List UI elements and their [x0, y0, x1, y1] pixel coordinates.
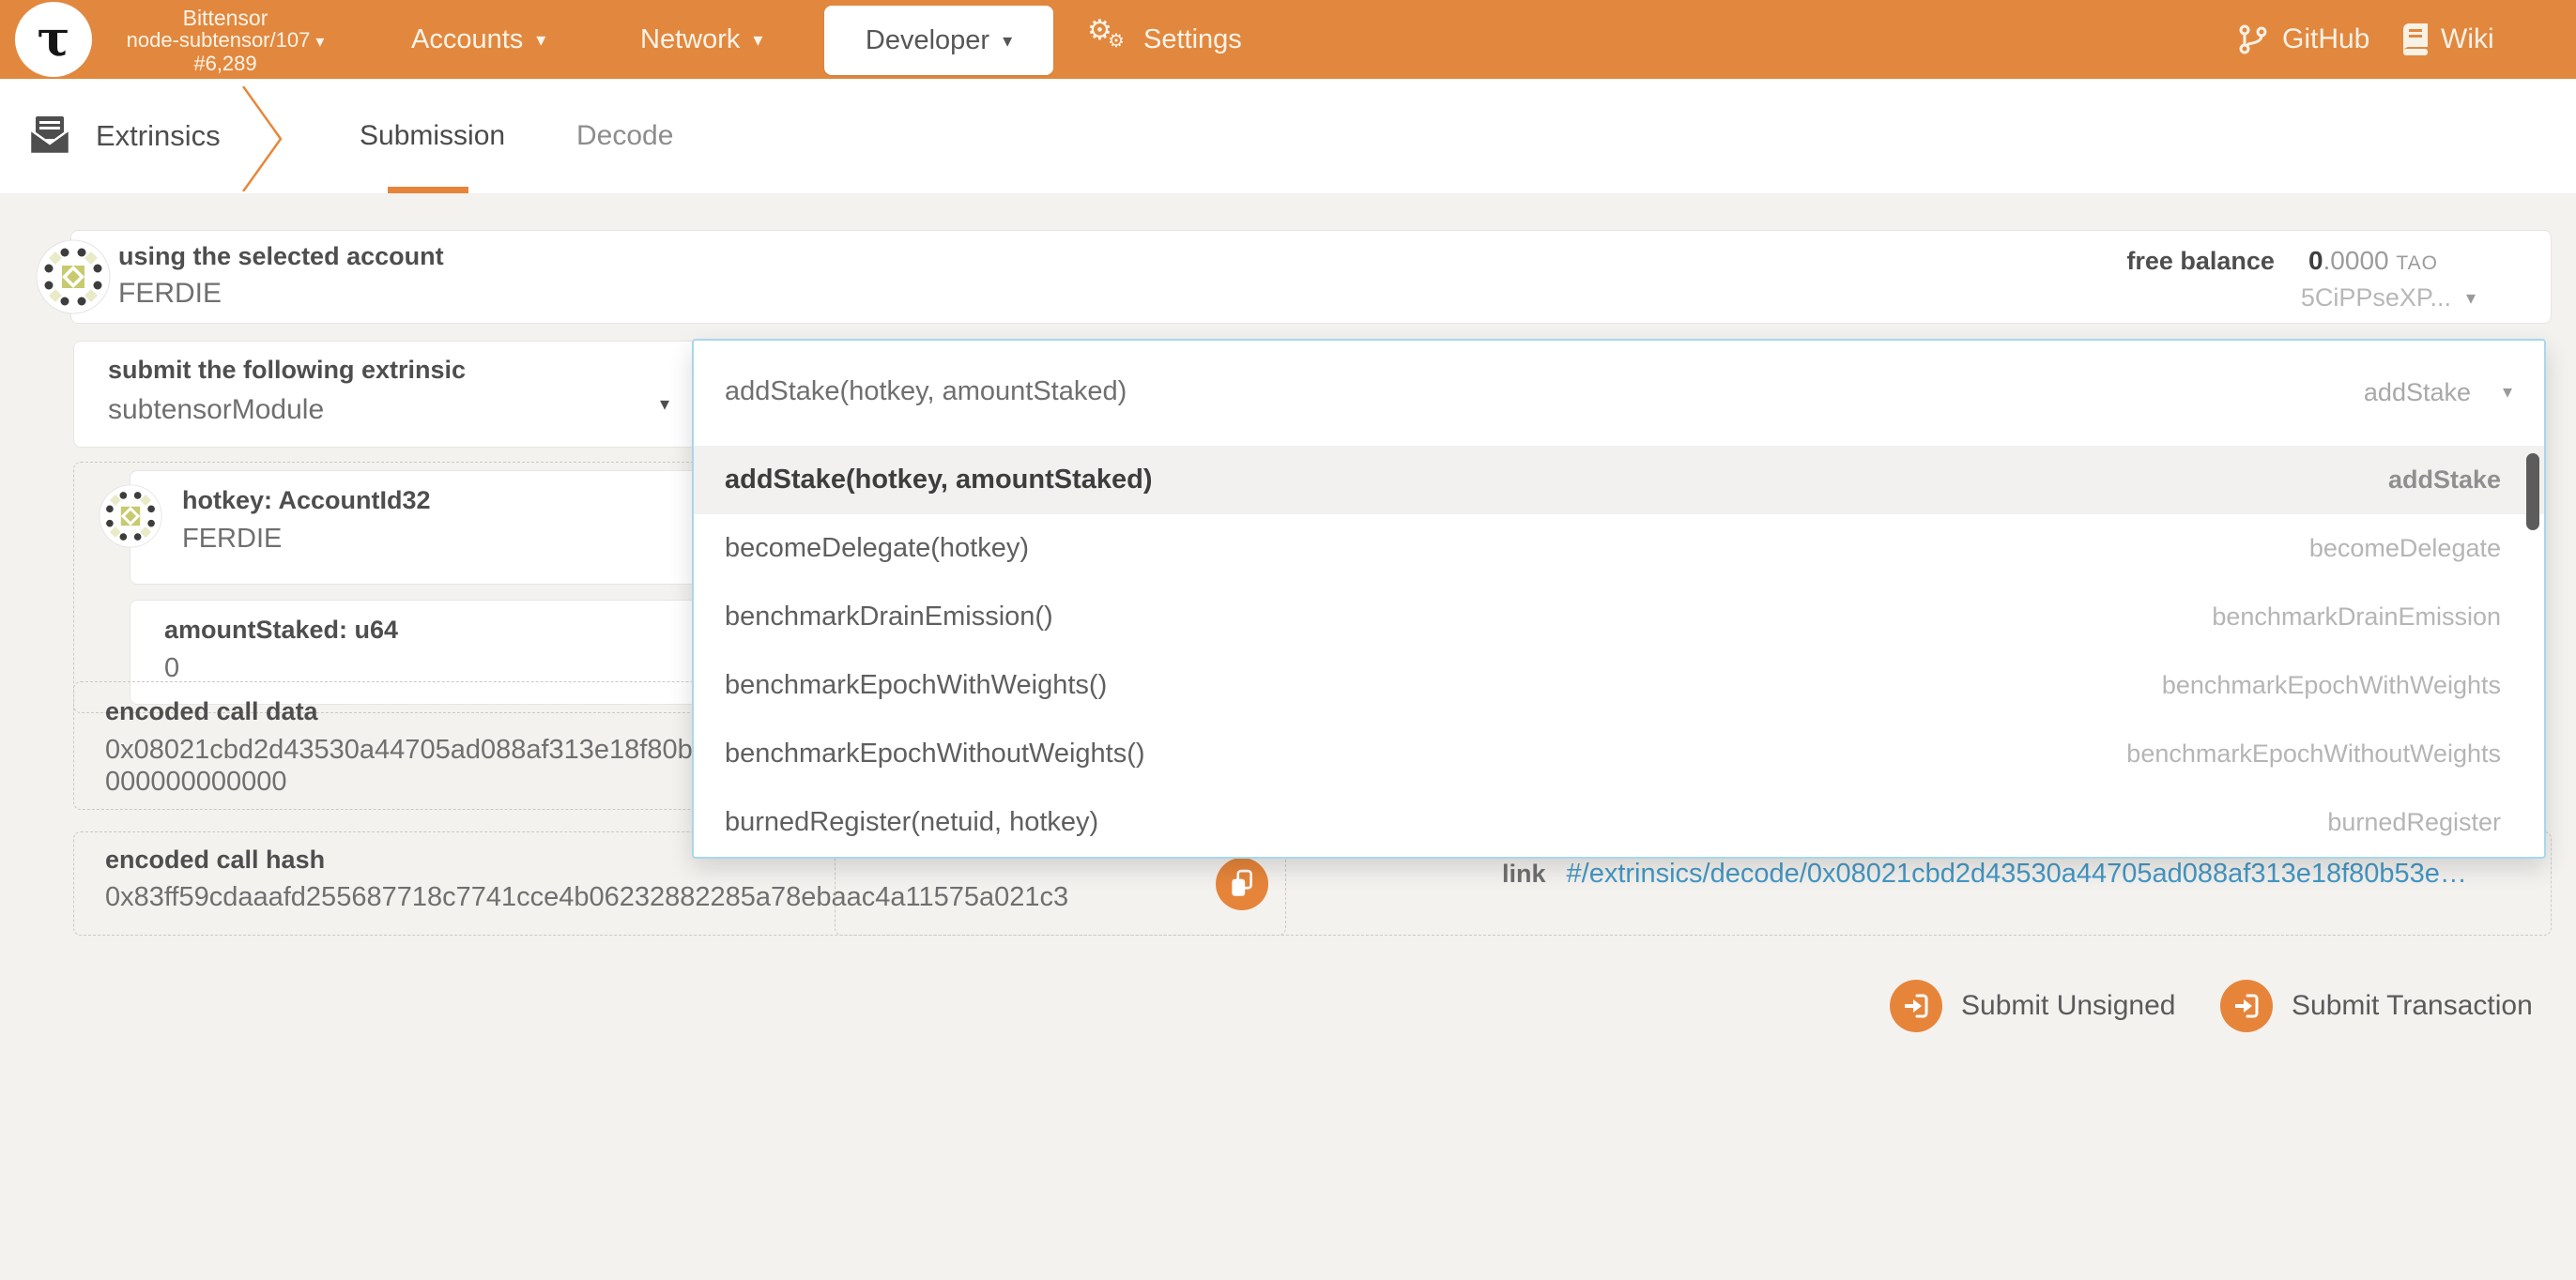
- mail-icon: [28, 116, 71, 156]
- dropdown-option-benchmarkDrainEmission[interactable]: benchmarkDrainEmission() benchmarkDrainE…: [694, 583, 2544, 651]
- chevron-separator: [240, 86, 284, 191]
- nav-item-settings[interactable]: ⚙⚙ Settings: [1087, 0, 1242, 79]
- gears-icon: ⚙⚙: [1087, 18, 1130, 61]
- dropdown-scrollbar-thumb[interactable]: [2526, 453, 2539, 530]
- submit-unsigned-button[interactable]: Submit Unsigned: [1890, 980, 2175, 1032]
- param-hotkey-value: FERDIE: [182, 524, 282, 555]
- section-tab-bar: Extrinsics Submission Decode: [0, 79, 2576, 193]
- dropdown-option-benchmarkEpochWithoutWeights[interactable]: benchmarkEpochWithoutWeights() benchmark…: [694, 720, 2544, 788]
- top-nav-bar: τ Bittensor node-subtensor/107▾ #6,289 A…: [0, 0, 2576, 79]
- encoded-call-data-line1: 0x08021cbd2d43530a44705ad088af313e18f80b…: [105, 735, 738, 766]
- module-select-value: subtensorModule: [108, 394, 324, 426]
- dropdown-option-benchmarkEpochWithWeights[interactable]: benchmarkEpochWithWeights() benchmarkEpo…: [694, 651, 2544, 720]
- account-name: FERDIE: [118, 278, 222, 310]
- selected-account-row: using the selected account FERDIE free b…: [70, 230, 2552, 324]
- sign-in-icon: [2220, 980, 2273, 1032]
- chevron-down-icon: ▾: [2503, 380, 2512, 404]
- chevron-down-icon: ▾: [753, 28, 762, 52]
- encoded-call-data-line2: 000000000000: [105, 767, 287, 798]
- identicon-avatar: [36, 239, 111, 314]
- encoded-call-hash-label: encoded call hash: [105, 846, 325, 875]
- active-tab-underline: [388, 187, 468, 193]
- app-logo[interactable]: τ: [15, 2, 92, 77]
- decode-link[interactable]: #/extrinsics/decode/0x08021cbd2d43530a44…: [1567, 859, 2467, 890]
- link-label: link: [1502, 860, 1546, 889]
- dropdown-option-addStake[interactable]: addStake(hotkey, amountStaked) addStake: [694, 446, 2544, 514]
- extrinsic-method-dropdown: addStake(hotkey, amountStaked) addStake …: [692, 339, 2546, 859]
- method-select-value: addStake(hotkey, amountStaked): [725, 376, 1127, 407]
- tab-decode[interactable]: Decode: [576, 79, 673, 193]
- free-balance: free balance 0.0000 TAO: [2126, 246, 2438, 276]
- nav-item-developer[interactable]: Developer▾: [824, 6, 1053, 75]
- wiki-link[interactable]: Wiki: [2400, 0, 2494, 79]
- chevron-down-icon: ▾: [660, 392, 669, 416]
- chain-name: Bittensor: [103, 7, 347, 29]
- dropdown-option-burnedRegister[interactable]: burnedRegister(netuid, hotkey) burnedReg…: [694, 788, 2544, 857]
- extrinsics-page: τ Bittensor node-subtensor/107▾ #6,289 A…: [0, 0, 2576, 1280]
- section-title: Extrinsics: [96, 119, 221, 153]
- balance-unit: TAO: [2396, 252, 2438, 274]
- chain-selector[interactable]: Bittensor node-subtensor/107▾ #6,289: [103, 7, 347, 75]
- nav-item-accounts[interactable]: Accounts▾: [411, 0, 545, 79]
- chevron-down-icon: ▾: [2466, 286, 2476, 310]
- account-address: 5CiPPseXP...: [2301, 283, 2451, 312]
- chain-block-number: #6,289: [103, 53, 347, 75]
- account-address-select[interactable]: 5CiPPseXP... ▾: [2301, 283, 2476, 312]
- chevron-down-icon: ▾: [536, 28, 545, 52]
- submit-transaction-button[interactable]: Submit Transaction: [2220, 980, 2533, 1032]
- chevron-down-icon: ▾: [1003, 29, 1012, 53]
- param-amount-value: 0: [164, 653, 179, 684]
- git-branch-icon: [2237, 23, 2269, 55]
- encoded-call-data-label: encoded call data: [105, 697, 318, 726]
- chevron-down-icon: ▾: [315, 32, 324, 51]
- param-hotkey-label: hotkey: AccountId32: [182, 486, 431, 515]
- module-select-label: submit the following extrinsic: [108, 356, 466, 385]
- chain-node: node-subtensor/107: [127, 28, 311, 52]
- nav-item-network[interactable]: Network▾: [640, 0, 762, 79]
- account-row-label: using the selected account: [118, 242, 444, 271]
- identicon-avatar: [99, 484, 162, 548]
- balance-frac: .0000: [2323, 246, 2389, 275]
- balance-label: free balance: [2126, 247, 2275, 276]
- method-select-short: addStake: [2364, 378, 2471, 407]
- github-link[interactable]: GitHub: [2237, 0, 2369, 79]
- tau-logo-glyph: τ: [38, 15, 70, 64]
- balance-int: 0: [2308, 246, 2323, 275]
- method-select-control[interactable]: addStake(hotkey, amountStaked) addStake …: [694, 341, 2544, 446]
- tab-submission[interactable]: Submission: [360, 79, 505, 193]
- param-amount-label: amountStaked: u64: [164, 616, 398, 645]
- extrinsic-module-select[interactable]: submit the following extrinsic subtensor…: [73, 341, 710, 448]
- book-icon: [2400, 23, 2428, 55]
- section-header: Extrinsics: [28, 79, 221, 193]
- sign-in-icon: [1890, 980, 1942, 1032]
- dropdown-option-becomeDelegate[interactable]: becomeDelegate(hotkey) becomeDelegate: [694, 514, 2544, 583]
